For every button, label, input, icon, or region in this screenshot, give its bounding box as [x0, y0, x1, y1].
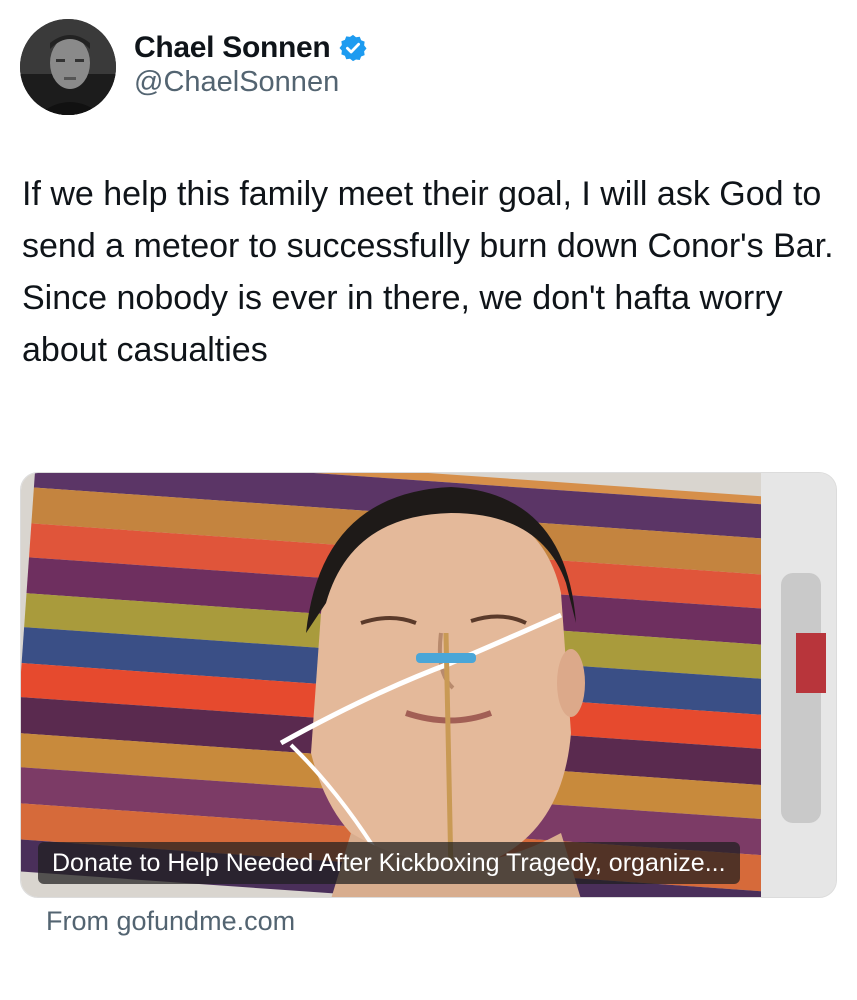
tweet-text: If we help this family meet their goal, … — [22, 168, 837, 376]
avatar[interactable] — [20, 19, 116, 115]
hospital-patient-photo — [21, 473, 836, 897]
display-name[interactable]: Chael Sonnen — [134, 31, 331, 65]
tweet-line: Since nobody is ever in there, we don't … — [22, 279, 783, 369]
display-name-row: Chael Sonnen — [134, 26, 368, 70]
avatar-photo — [20, 19, 116, 115]
user-handle[interactable]: @ChaelSonnen — [134, 66, 339, 99]
link-card-title[interactable]: Donate to Help Needed After Kickboxing T… — [38, 842, 740, 884]
tweet-line: If we help this family meet their goal, … — [22, 175, 834, 265]
link-card-domain[interactable]: From gofundme.com — [46, 906, 295, 937]
verified-badge-icon — [338, 33, 368, 63]
link-card-image[interactable] — [20, 472, 837, 898]
